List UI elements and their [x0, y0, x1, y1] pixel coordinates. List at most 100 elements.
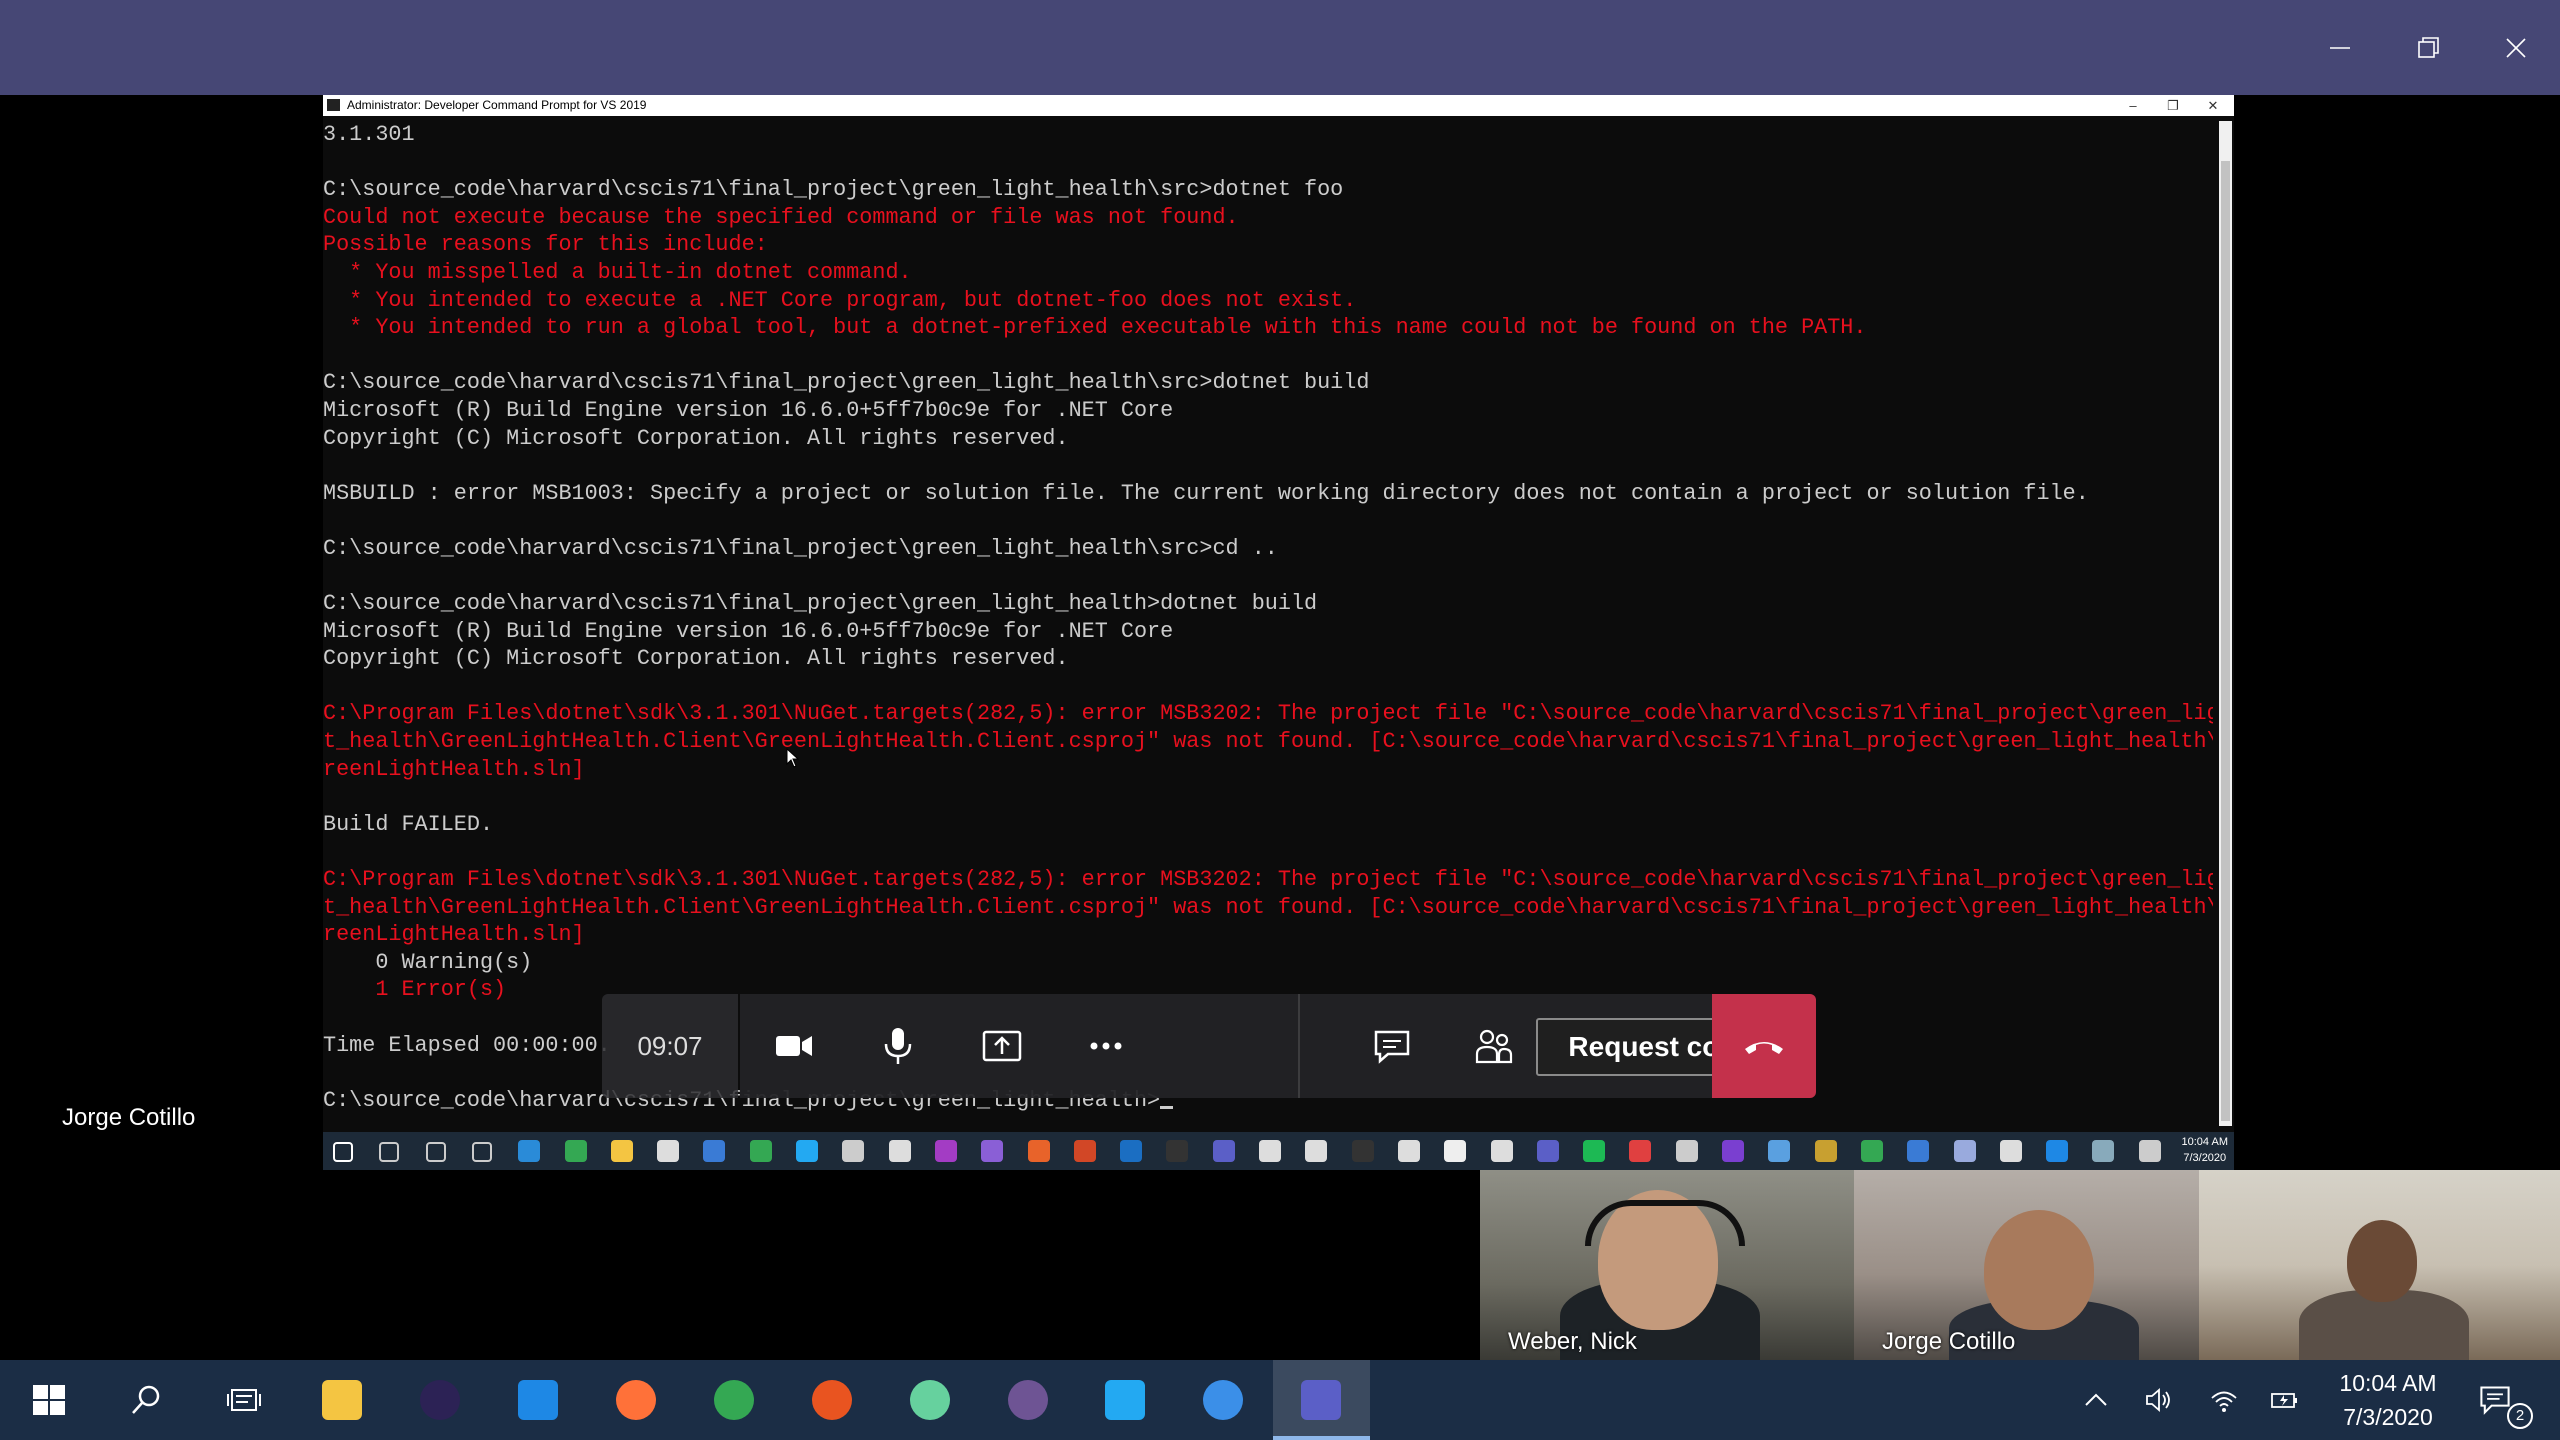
- mail-icon[interactable]: [703, 1140, 726, 1162]
- taskbar-search-button[interactable]: [98, 1360, 195, 1440]
- share-screen-button[interactable]: [950, 994, 1054, 1098]
- console-line: 3.1.301: [323, 122, 415, 147]
- participant-video-head: [1984, 1210, 2094, 1330]
- participants-button[interactable]: [1442, 994, 1546, 1098]
- volume-icon[interactable]: [2138, 1380, 2178, 1420]
- app-icon[interactable]: [1675, 1140, 1698, 1162]
- app-icon[interactable]: [1722, 1140, 1744, 1162]
- spotify-icon[interactable]: [1583, 1140, 1606, 1162]
- participant-video-head: [2347, 1220, 2417, 1302]
- app-icon[interactable]: [1814, 1140, 1837, 1162]
- cmd-icon: [327, 99, 340, 111]
- taskbar-edge-button[interactable]: [490, 1360, 587, 1440]
- taskbar-vscode-button[interactable]: [1077, 1360, 1174, 1440]
- clock-date[interactable]: 7/3/2020: [2328, 1404, 2448, 1431]
- taskbar-chrome-button[interactable]: [685, 1360, 782, 1440]
- clock-time[interactable]: 10:04 AM: [2328, 1370, 2448, 1397]
- taskbar-atom-button[interactable]: [881, 1360, 978, 1440]
- app-icon[interactable]: [2092, 1140, 2115, 1162]
- app-icon[interactable]: [1305, 1140, 1328, 1162]
- video-camera-icon: [776, 1036, 812, 1056]
- taskbar-ubuntu-button[interactable]: [783, 1360, 880, 1440]
- app-icon[interactable]: [1629, 1140, 1652, 1162]
- app-icon[interactable]: [1027, 1140, 1050, 1162]
- participant-tile[interactable]: Jorge Cotillo: [1854, 1170, 2199, 1360]
- maximize-button[interactable]: [2380, 0, 2476, 95]
- microphone-button[interactable]: [846, 994, 950, 1098]
- outlook-icon[interactable]: [1120, 1140, 1143, 1162]
- chrome-icon[interactable]: [1860, 1140, 1883, 1162]
- app-icon[interactable]: [888, 1140, 911, 1162]
- taskbar-file-explorer-button[interactable]: [294, 1360, 391, 1440]
- cmd-close-button[interactable]: ✕: [2193, 95, 2233, 116]
- participant-tile[interactable]: [2199, 1170, 2560, 1360]
- command-prompt-window[interactable]: Administrator: Developer Command Prompt …: [323, 95, 2234, 1132]
- powerpoint-icon[interactable]: [1073, 1140, 1096, 1162]
- app-icon[interactable]: [1444, 1140, 1467, 1162]
- onenote-icon[interactable]: [934, 1140, 957, 1162]
- chrome-icon: [713, 1380, 754, 1420]
- scrollbar-thumb[interactable]: [2221, 161, 2230, 1121]
- wifi-icon[interactable]: [2204, 1380, 2244, 1420]
- windows-icon[interactable]: [333, 1142, 353, 1162]
- participant-tile[interactable]: Weber, Nick: [1480, 1170, 1854, 1360]
- cmd-minimize-button[interactable]: –: [2113, 95, 2153, 116]
- store-icon[interactable]: [657, 1140, 680, 1162]
- taskbar-task-view-button[interactable]: [196, 1360, 293, 1440]
- console-output[interactable]: 3.1.301 C:\source_code\harvard\cscis71\fi…: [323, 121, 2213, 1131]
- taskbar-webcam-app-button[interactable]: [1175, 1360, 1272, 1440]
- taskbar-teams-button[interactable]: [1272, 1360, 1370, 1440]
- windows-taskbar: 10:04 AM 7/3/2020 2: [0, 1360, 2560, 1440]
- app-icon[interactable]: [2138, 1140, 2161, 1162]
- search-icon[interactable]: [379, 1142, 400, 1162]
- terminal-icon[interactable]: [1351, 1140, 1374, 1162]
- share-tray-icon: [982, 1030, 1022, 1062]
- chrome-icon[interactable]: [749, 1140, 772, 1162]
- taskbar-github-desktop-button[interactable]: [979, 1360, 1076, 1440]
- webcam-app-icon: [1203, 1380, 1244, 1420]
- console-line: * You intended to run a global tool, but…: [323, 315, 1867, 341]
- show-hidden-icons-chevron-icon[interactable]: [2076, 1380, 2116, 1420]
- visual-studio-icon[interactable]: [981, 1140, 1004, 1162]
- camera-button[interactable]: [742, 994, 846, 1098]
- app-icon[interactable]: [1490, 1140, 1513, 1162]
- task-view-icon[interactable]: [471, 1142, 492, 1162]
- minimize-button[interactable]: [2292, 0, 2388, 95]
- settings-icon[interactable]: [1999, 1140, 2022, 1162]
- task-view-icon: [224, 1380, 264, 1420]
- app-icon[interactable]: [842, 1140, 865, 1162]
- app-icon[interactable]: [1907, 1140, 1930, 1162]
- app-icon[interactable]: [1397, 1140, 1420, 1162]
- edge-icon[interactable]: [2046, 1140, 2069, 1162]
- edge-icon: [518, 1380, 558, 1420]
- explorer-icon[interactable]: [610, 1140, 633, 1162]
- hang-up-button[interactable]: [1712, 994, 1816, 1098]
- app-icon[interactable]: [1259, 1140, 1281, 1162]
- chat-icon: [1374, 1030, 1410, 1064]
- taskbar-firefox-button[interactable]: [587, 1360, 684, 1440]
- remote-clock-date: 7/3/2020: [2183, 1152, 2227, 1164]
- taskbar-eclipse-button[interactable]: [392, 1360, 489, 1440]
- remote-clock: 10:04 AM 7/3/2020: [2182, 1134, 2228, 1166]
- cmd-restore-button[interactable]: ❐: [2153, 95, 2193, 116]
- console-scrollbar[interactable]: [2219, 121, 2232, 1126]
- chrome-icon[interactable]: [564, 1140, 587, 1162]
- battery-icon[interactable]: [2264, 1380, 2304, 1420]
- edge-icon[interactable]: [518, 1140, 541, 1162]
- teams-icon[interactable]: [1212, 1140, 1235, 1162]
- console-line: C:\Program Files\dotnet\sdk\3.1.301\NuGe…: [323, 701, 2213, 727]
- chat-button[interactable]: [1340, 994, 1444, 1098]
- app-icon[interactable]: [1768, 1140, 1791, 1162]
- close-button[interactable]: [2468, 0, 2560, 95]
- teams-icon: [1301, 1380, 1342, 1420]
- teams-icon[interactable]: [1536, 1140, 1559, 1162]
- cortana-icon[interactable]: [425, 1142, 446, 1162]
- app-icon[interactable]: [1953, 1140, 1976, 1162]
- terminal-icon[interactable]: [1166, 1140, 1189, 1162]
- vscode-icon[interactable]: [796, 1140, 818, 1162]
- console-line: t_health\GreenLightHealth.Client\GreenLi…: [323, 729, 2213, 755]
- more-actions-button[interactable]: [1054, 994, 1158, 1098]
- taskbar-windows-start-button[interactable]: [0, 1360, 97, 1440]
